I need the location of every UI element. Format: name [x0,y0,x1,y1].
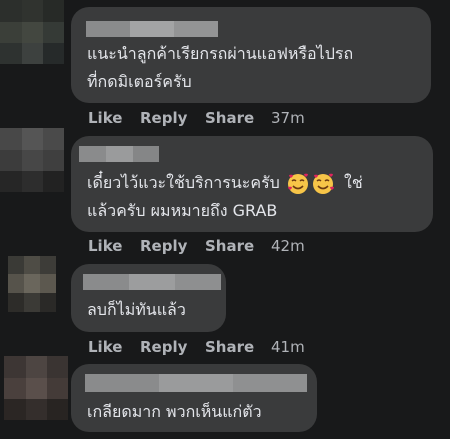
comment-timestamp[interactable]: 41m [271,337,305,357]
commenter-name-blurred[interactable] [83,274,221,290]
commenter-name-blurred[interactable] [85,374,307,392]
comment-bubble: แนะนำลูกค้าเรียกรถผ่านแอฟหรือไปรถ ที่กดม… [71,7,431,103]
like-button[interactable]: Like [88,108,122,128]
avatar[interactable] [8,256,56,312]
comment-timestamp[interactable]: 37m [271,108,305,128]
comment-text-line: แนะนำลูกค้าเรียกรถผ่านแอฟหรือไปรถ [87,44,354,63]
comment-thread: แนะนำลูกค้าเรียกรถผ่านแอฟหรือไปรถ ที่กดม… [0,0,450,439]
avatar[interactable] [0,0,64,64]
reply-button[interactable]: Reply [140,236,187,256]
commenter-name-blurred[interactable] [79,146,159,162]
comment-bubble: เดี๋ยวไว้แวะใช้บริการนะครับ ใช่ แล้วครับ… [71,136,433,232]
comment-text-line: ลบก็ไม่ทันแล้ว [87,300,186,319]
comment-text-line: เกลียดมาก พวกเห็นแก่ตัว [87,402,262,421]
reply-button[interactable]: Reply [140,337,187,357]
commenter-name-blurred[interactable] [86,21,218,37]
avatar[interactable] [4,356,68,420]
like-button[interactable]: Like [88,337,122,357]
comment-text-line: ที่กดมิเตอร์ครับ [87,72,192,91]
share-button[interactable]: Share [205,108,254,128]
share-button[interactable]: Share [205,337,254,357]
smiling-face-with-hearts-icon [287,173,334,194]
comment-bubble: ลบก็ไม่ทันแล้ว [71,264,226,332]
comment-text-line: เดี๋ยวไว้แวะใช้บริการนะครับ ใช่ [87,169,363,197]
reply-button[interactable]: Reply [140,108,187,128]
comment-text: ใช่ [344,173,363,192]
comment-bubble: เกลียดมาก พวกเห็นแก่ตัว [71,364,317,432]
comment-text: เดี๋ยวไว้แวะใช้บริการนะครับ [87,173,280,192]
share-button[interactable]: Share [205,236,254,256]
avatar[interactable] [0,128,64,192]
like-button[interactable]: Like [88,236,122,256]
comment-text-line: แล้วครับ ผมหมายถึง GRAB [87,201,278,220]
comment-timestamp[interactable]: 42m [271,236,305,256]
